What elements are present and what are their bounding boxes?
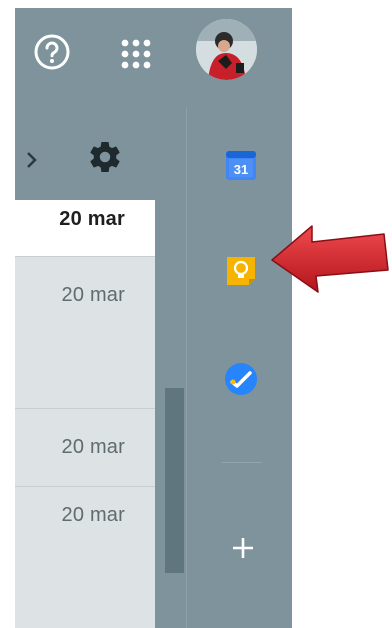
gmail-side-region: 20 mar 20 mar 20 mar 20 mar 31 xyxy=(15,8,292,628)
message-date: 20 mar xyxy=(61,504,125,526)
list-item[interactable]: 20 mar xyxy=(15,257,155,409)
message-list: 20 mar 20 mar 20 mar 20 mar xyxy=(15,200,155,628)
calendar-day: 31 xyxy=(234,162,248,177)
plus-icon[interactable] xyxy=(231,536,255,560)
side-panel-separator xyxy=(222,462,262,463)
top-bar xyxy=(15,8,292,108)
google-calendar-icon[interactable]: 31 xyxy=(226,148,256,180)
list-item[interactable]: 20 mar xyxy=(15,487,155,628)
message-date: 20 mar xyxy=(59,208,125,230)
avatar[interactable] xyxy=(196,19,257,80)
message-date: 20 mar xyxy=(61,436,125,458)
help-icon[interactable] xyxy=(32,32,72,72)
list-item[interactable]: 20 mar xyxy=(15,409,155,487)
chevron-right-icon[interactable] xyxy=(25,148,39,172)
avatar-photo xyxy=(196,19,257,80)
scrollbar-thumb[interactable] xyxy=(165,388,184,573)
google-keep-icon[interactable] xyxy=(225,255,257,287)
list-item[interactable]: 20 mar xyxy=(15,200,155,257)
google-tasks-icon[interactable] xyxy=(224,362,258,396)
red-arrow-icon xyxy=(271,225,389,293)
apps-grid-icon[interactable] xyxy=(119,37,153,71)
side-panel-divider xyxy=(186,108,187,628)
message-date: 20 mar xyxy=(61,284,125,306)
gear-icon[interactable] xyxy=(87,139,123,175)
